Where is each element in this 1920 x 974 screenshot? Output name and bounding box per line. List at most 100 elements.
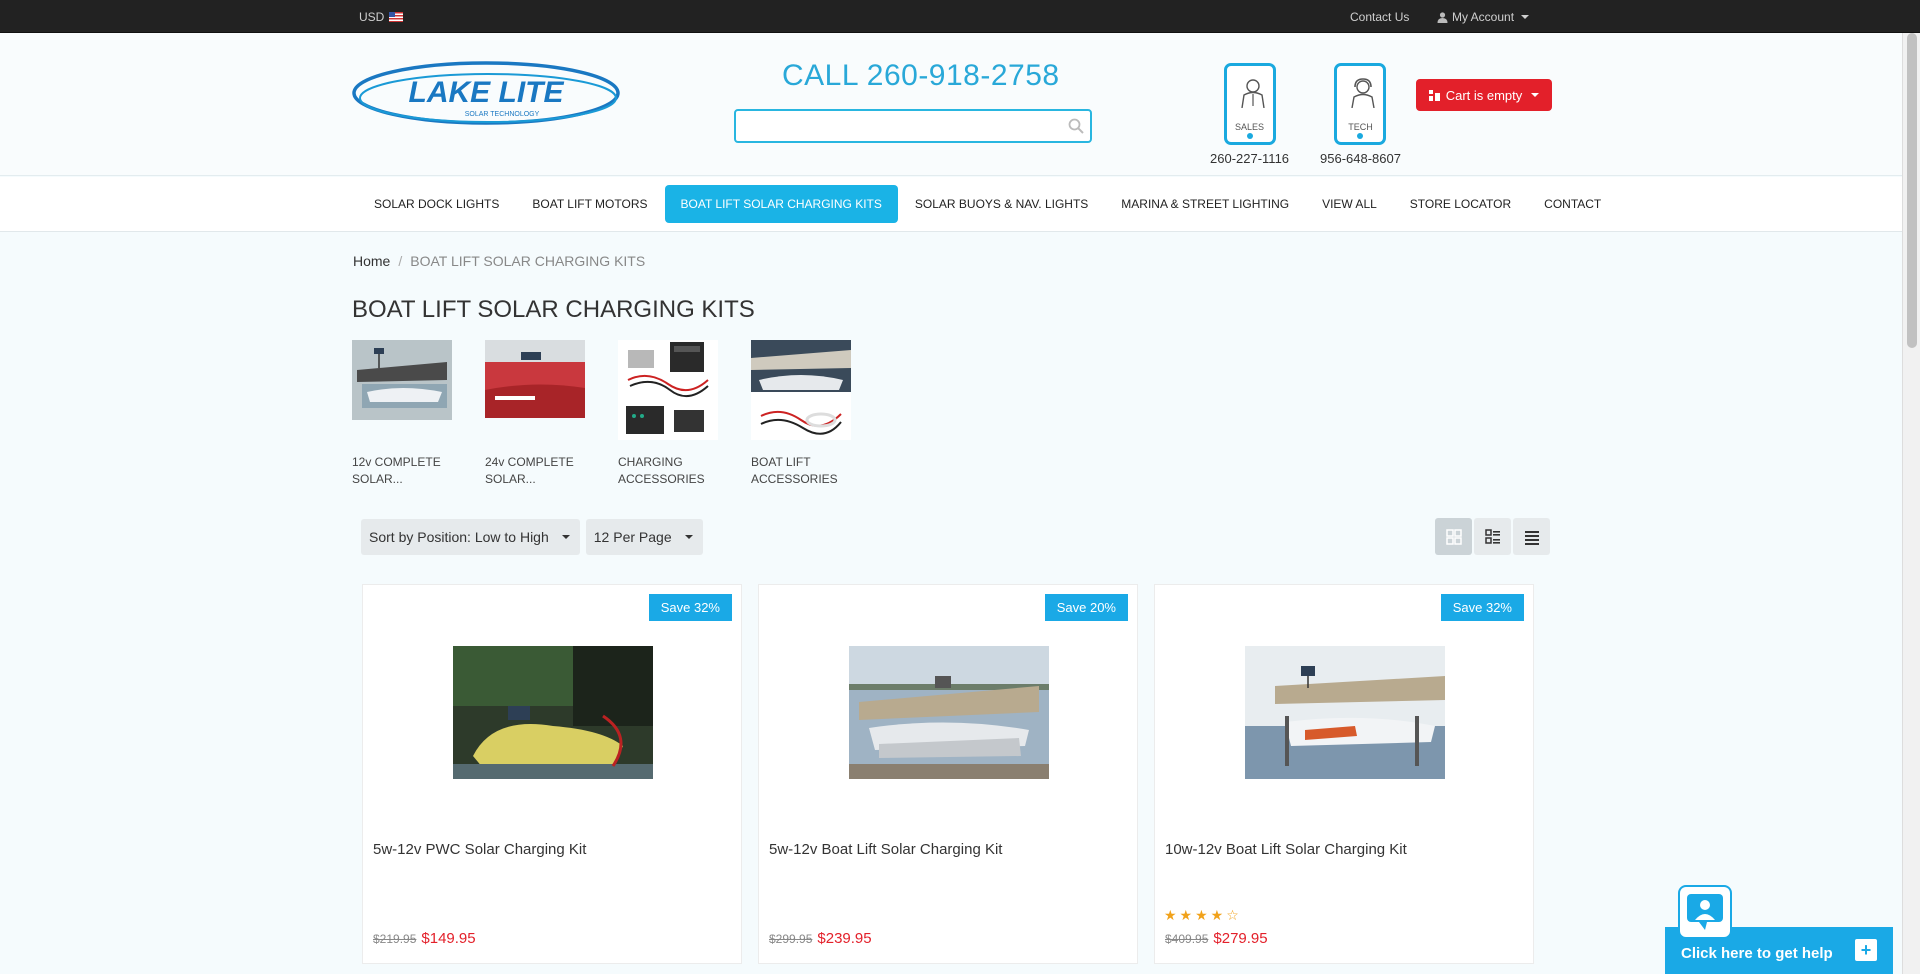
subcategory-image[interactable]	[618, 340, 718, 440]
subcategory-caption[interactable]: 24v COMPLETE	[485, 454, 585, 471]
breadcrumb-separator: /	[398, 253, 403, 269]
lake-lite-logo[interactable]: LAKE LITE SOLAR TECHNOLOGY	[352, 60, 620, 130]
nav-item-boat-lift-solar-charging-kits[interactable]: BOAT LIFT SOLAR CHARGING KITS	[664, 185, 898, 223]
sale-price: $279.95	[1213, 930, 1268, 947]
old-price: $299.95	[769, 932, 813, 946]
product-image[interactable]	[1245, 646, 1445, 779]
my-account-menu[interactable]: My Account	[1437, 10, 1530, 24]
old-price: $409.95	[1165, 932, 1209, 946]
subcategory-caption[interactable]: CHARGING	[618, 454, 718, 471]
subcategory-caption[interactable]: SOLAR...	[352, 471, 452, 488]
grid-list-view-button[interactable]	[1474, 518, 1511, 555]
list-view-button[interactable]	[1513, 518, 1550, 555]
subcategory-boat-lift-accessories[interactable]: BOAT LIFT ACCESSORIES	[751, 340, 851, 488]
discount-badge: Save 20%	[1044, 594, 1128, 621]
sale-price: $149.95	[421, 930, 476, 947]
call-phone-number[interactable]: CALL 260-918-2758	[782, 59, 1060, 93]
product-card[interactable]: Save 32% 5w-12v PWC Solar Charging Kit $…	[362, 584, 742, 964]
nav-item-solar-dock-lights[interactable]: SOLAR DOCK LIGHTS	[358, 185, 515, 223]
per-page-select[interactable]: 12 Per Page	[585, 519, 703, 555]
sort-select[interactable]: Sort by Position: Low to High	[361, 519, 580, 555]
site-header: LAKE LITE SOLAR TECHNOLOGY CALL 260-918-…	[0, 33, 1902, 176]
grid-view-button[interactable]	[1435, 518, 1472, 555]
nav-item-solar-buoys[interactable]: SOLAR BUOYS & NAV. LIGHTS	[899, 185, 1104, 223]
cart-label: Cart is empty	[1445, 87, 1523, 103]
product-image[interactable]	[849, 646, 1049, 779]
subcategory-caption[interactable]: ACCESSORIES	[618, 471, 718, 488]
grid-list-icon	[1484, 528, 1500, 544]
page-title: BOAT LIFT SOLAR CHARGING KITS	[352, 296, 755, 323]
product-name[interactable]: 10w-12v Boat Lift Solar Charging Kit	[1165, 841, 1407, 858]
currency-label: USD	[359, 10, 385, 24]
rating-stars: ★★★★☆	[1164, 907, 1242, 923]
top-bar: USD Contact Us My Account	[0, 0, 1920, 33]
search-icon[interactable]	[1068, 118, 1084, 134]
subcategory-caption[interactable]: ACCESSORIES	[751, 471, 851, 488]
product-card[interactable]: Save 20% 5w-12v Boat Lift Solar Charging…	[758, 584, 1138, 964]
subcategory-list: 12v COMPLETE SOLAR... 24v COMPLETE SOLAR..…	[352, 340, 851, 488]
tech-phone-number: 956-648-8607	[1320, 151, 1401, 166]
sales-phone-icon: SALES	[1223, 63, 1276, 145]
subcategory-caption[interactable]: SOLAR...	[485, 471, 585, 488]
breadcrumb-current: BOAT LIFT SOLAR CHARGING KITS	[410, 253, 646, 269]
discount-badge: Save 32%	[648, 594, 732, 621]
user-icon	[1437, 11, 1448, 23]
search-input[interactable]	[734, 109, 1092, 143]
nav-item-contact[interactable]: CONTACT	[1528, 185, 1617, 223]
subcategory-image[interactable]	[352, 340, 452, 440]
listing-toolbar: Sort by Position: Low to High 12 Per Pag…	[361, 519, 703, 555]
product-name[interactable]: 5w-12v PWC Solar Charging Kit	[373, 841, 586, 858]
sales-label: SALES	[1235, 122, 1265, 132]
cart-icon	[1428, 89, 1440, 101]
cart-button[interactable]: Cart is empty	[1416, 79, 1552, 111]
main-navigation: SOLAR DOCK LIGHTS BOAT LIFT MOTORS BOAT …	[0, 177, 1902, 232]
old-price: $219.95	[373, 932, 417, 946]
subcategory-image[interactable]	[485, 340, 585, 440]
list-icon	[1524, 530, 1539, 545]
chevron-down-icon	[684, 535, 693, 539]
tech-support-icon: TECH	[1334, 63, 1387, 145]
chevron-down-icon	[1521, 15, 1530, 19]
nav-item-view-all[interactable]: VIEW ALL	[1306, 185, 1393, 223]
sort-select-value: Sort by Position: Low to High	[369, 529, 549, 545]
subcategory-caption[interactable]: 12v COMPLETE	[352, 454, 452, 471]
view-mode-switcher	[1435, 518, 1550, 555]
nav-item-boat-lift-motors[interactable]: BOAT LIFT MOTORS	[516, 185, 663, 223]
product-price: $409.95 $279.95	[1165, 930, 1268, 947]
product-image[interactable]	[453, 646, 653, 779]
breadcrumb: Home / BOAT LIFT SOLAR CHARGING KITS	[353, 253, 645, 269]
chevron-down-icon	[1531, 93, 1540, 97]
subcategory-24v-complete-solar[interactable]: 24v COMPLETE SOLAR...	[485, 340, 585, 488]
subcategory-caption[interactable]: BOAT LIFT	[751, 454, 851, 471]
subcategory-charging-accessories[interactable]: CHARGING ACCESSORIES	[618, 340, 718, 488]
logo-wordmark: LAKE LITE	[409, 76, 565, 109]
logo-tagline: SOLAR TECHNOLOGY	[465, 111, 540, 118]
discount-badge: Save 32%	[1440, 594, 1524, 621]
plus-icon[interactable]: +	[1855, 939, 1877, 961]
contact-us-link[interactable]: Contact Us	[1350, 10, 1409, 24]
scrollbar-thumb[interactable]	[1907, 33, 1917, 348]
sale-price: $239.95	[817, 930, 872, 947]
tech-label: TECH	[1348, 122, 1373, 132]
nav-item-store-locator[interactable]: STORE LOCATOR	[1394, 185, 1527, 223]
sales-phone-number: 260-227-1116	[1210, 151, 1290, 166]
currency-selector[interactable]: USD	[359, 10, 404, 24]
subcategory-image[interactable]	[751, 340, 851, 440]
product-price: $299.95 $239.95	[769, 930, 872, 947]
subcategory-12v-complete-solar[interactable]: 12v COMPLETE SOLAR...	[352, 340, 452, 488]
us-flag-icon	[389, 12, 404, 22]
sales-phone-contact[interactable]: SALES 260-227-1116	[1210, 63, 1289, 166]
nav-item-marina-street-lighting[interactable]: MARINA & STREET LIGHTING	[1105, 185, 1305, 223]
product-name[interactable]: 5w-12v Boat Lift Solar Charging Kit	[769, 841, 1002, 858]
breadcrumb-home[interactable]: Home	[353, 253, 390, 269]
per-page-value: 12 Per Page	[593, 529, 672, 545]
my-account-label: My Account	[1452, 10, 1515, 24]
page-scrollbar[interactable]	[1902, 33, 1920, 974]
product-card[interactable]: Save 32% 10w-12v Boat Lift Solar Chargin…	[1154, 584, 1534, 964]
support-agent-icon[interactable]	[1678, 885, 1732, 939]
product-grid: Save 32% 5w-12v PWC Solar Charging Kit $…	[362, 584, 1534, 964]
help-chat-label: Click here to get help	[1681, 945, 1833, 962]
tech-phone-contact[interactable]: TECH 956-648-8607	[1320, 63, 1401, 166]
product-price: $219.95 $149.95	[373, 930, 476, 947]
chevron-down-icon	[561, 535, 570, 539]
